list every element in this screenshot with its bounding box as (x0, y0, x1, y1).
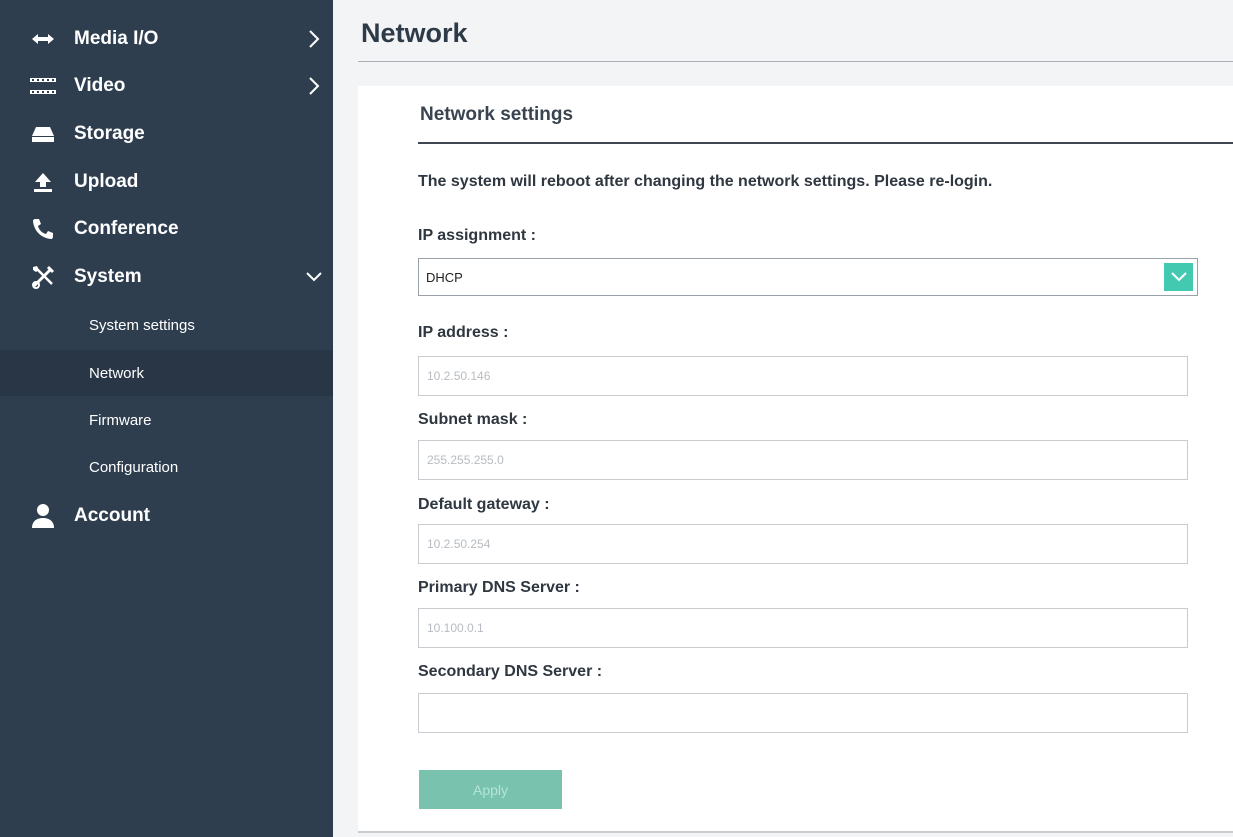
secondary-dns-label: Secondary DNS Server : (418, 663, 603, 680)
film-strip-icon (28, 71, 58, 101)
chevron-right-icon (304, 76, 324, 96)
ip-address-label: IP address : (418, 324, 509, 341)
subnet-mask-input[interactable] (418, 440, 1188, 480)
chevron-down-icon (304, 267, 324, 287)
sidebar-item-conference[interactable]: Conference (0, 206, 333, 252)
sidebar-item-label: System (74, 266, 142, 287)
section-divider (418, 142, 1233, 144)
default-gateway-label: Default gateway : (418, 496, 550, 513)
primary-dns-label: Primary DNS Server : (418, 579, 580, 596)
sidebar-item-label: Account (74, 505, 150, 526)
chevron-down-icon[interactable] (1164, 263, 1193, 291)
user-icon (28, 501, 58, 531)
storage-drive-icon (28, 119, 58, 149)
sidebar-subitem-firmware[interactable]: Firmware (0, 397, 333, 443)
sidebar-subitem-system-settings[interactable]: System settings (0, 302, 333, 348)
ip-assignment-label: IP assignment : (418, 227, 536, 244)
network-settings-panel: Network settings The system will reboot … (358, 86, 1233, 833)
title-divider (358, 61, 1233, 62)
ip-assignment-select[interactable]: DHCP (418, 258, 1198, 296)
section-title: Network settings (420, 104, 574, 125)
primary-dns-input[interactable] (418, 608, 1188, 648)
sidebar-subitem-network[interactable]: Network (0, 350, 333, 396)
sidebar-item-system[interactable]: System (0, 254, 333, 300)
sidebar-item-storage[interactable]: Storage (0, 111, 333, 157)
sidebar-item-account[interactable]: Account (0, 493, 333, 539)
sidebar-subitem-label: Configuration (89, 458, 179, 476)
subnet-mask-label: Subnet mask : (418, 411, 528, 428)
phone-icon (28, 214, 58, 244)
tools-icon (28, 262, 58, 292)
sidebar-subitem-configuration[interactable]: Configuration (0, 444, 333, 490)
sidebar-item-label: Upload (74, 171, 139, 192)
sidebar-subitem-label: System settings (89, 316, 195, 334)
ip-address-input[interactable] (418, 356, 1188, 396)
default-gateway-input[interactable] (418, 524, 1188, 564)
upload-icon (28, 167, 58, 197)
chevron-right-icon (304, 29, 324, 49)
sidebar-item-upload[interactable]: Upload (0, 159, 333, 205)
ip-assignment-value: DHCP (426, 270, 463, 285)
sidebar-item-video[interactable]: Video (0, 63, 333, 109)
secondary-dns-input[interactable] (418, 693, 1188, 733)
sidebar-item-label: Media I/O (74, 28, 159, 49)
sidebar-subitem-label: Network (89, 364, 145, 382)
sidebar-item-label: Storage (74, 123, 145, 144)
apply-button[interactable]: Apply (419, 770, 562, 809)
sidebar-item-media-io[interactable]: Media I/O (0, 16, 333, 62)
sidebar: Media I/O Video Storage Upload Conferenc… (0, 0, 333, 837)
sidebar-item-label: Video (74, 75, 126, 96)
page-title: Network (361, 18, 468, 48)
arrows-icon (28, 24, 58, 54)
sidebar-subitem-label: Firmware (89, 411, 152, 429)
reboot-notice: The system will reboot after changing th… (418, 173, 993, 190)
sidebar-item-label: Conference (74, 218, 179, 239)
